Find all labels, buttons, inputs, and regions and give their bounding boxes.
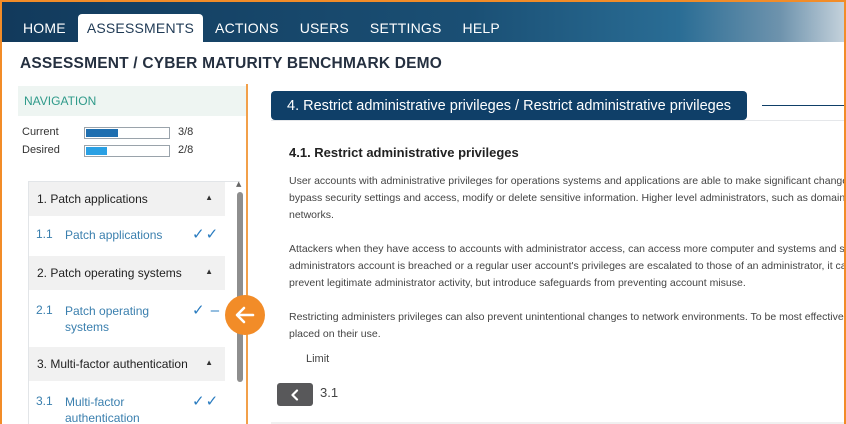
collapse-triangle-icon[interactable]: ▲: [205, 267, 213, 276]
navigation-panel: NAVIGATION Current 3/8 Desired 2/8 1. Pa…: [18, 84, 248, 424]
paragraph-line: prevent legitimate administrator activit…: [289, 277, 746, 289]
progress-fill: [86, 129, 118, 137]
nav-home[interactable]: HOME: [14, 14, 75, 42]
section-header[interactable]: 2. Patch operating systems ▲: [29, 256, 225, 290]
nav-actions[interactable]: ACTIONS: [206, 14, 288, 42]
navigation-header: NAVIGATION: [18, 86, 246, 116]
progress-bar: [84, 145, 170, 157]
paragraph: Attackers when they have access to accou…: [289, 241, 846, 292]
item-label: Multi-factor authentication: [65, 395, 140, 424]
section-title: 1. Patch applications: [37, 192, 148, 206]
list-item[interactable]: 3.1 Multi-factor authentication ✓✓: [29, 393, 225, 424]
section-title: 2. Patch operating systems: [37, 266, 182, 280]
page-title: ASSESSMENT / CYBER MATURITY BENCHMARK DE…: [20, 55, 443, 72]
item-number: 1.1: [36, 227, 53, 241]
progress-label: Current: [22, 126, 59, 138]
app-frame: HOME ASSESSMENTS ACTIONS USERS SETTINGS …: [0, 0, 846, 424]
check-icon: ✓✓: [192, 393, 220, 410]
paragraph-line: Restricting administers privileges can a…: [289, 311, 846, 323]
paragraph-line: User accounts with administrative privil…: [289, 175, 844, 187]
top-navigation: HOME ASSESSMENTS ACTIONS USERS SETTINGS …: [2, 2, 844, 42]
collapse-triangle-icon[interactable]: ▲: [205, 358, 213, 367]
question-title: 4.1. Restrict administrative privileges: [289, 145, 519, 160]
nav-help[interactable]: HELP: [454, 14, 509, 42]
collapse-navigation-button[interactable]: [225, 295, 265, 335]
limit-label: Limit: [306, 353, 330, 365]
paragraph-line: bypass security settings and access, mod…: [289, 192, 846, 204]
progress-value: 3/8: [178, 126, 194, 138]
section-heading: 4. Restrict administrative privileges / …: [271, 91, 748, 120]
paragraph-line: Attackers when they have access to accou…: [289, 243, 845, 255]
divider: [271, 120, 844, 121]
divider: [762, 105, 844, 106]
navigation-list: 1. Patch applications ▲ 1.1 Patch applic…: [28, 181, 240, 424]
section-header[interactable]: 1. Patch applications ▲: [29, 182, 225, 216]
progress-bar: [84, 127, 170, 139]
scroll-up-icon[interactable]: ▲: [236, 180, 241, 188]
progress-label: Desired: [22, 144, 60, 156]
progress-fill: [86, 147, 107, 155]
paragraph: Restricting administers privileges can a…: [289, 309, 846, 343]
nav-settings[interactable]: SETTINGS: [361, 14, 451, 42]
paragraph-line: placed on their use.: [289, 328, 381, 340]
section-header[interactable]: 3. Multi-factor authentication ▲: [29, 347, 225, 381]
paragraph-line: networks.: [289, 209, 334, 221]
item-label: Patch applications: [65, 228, 163, 242]
paragraph: User accounts with administrative privil…: [289, 173, 846, 224]
list-item[interactable]: 2.1 Patch operating systems ✓ –: [29, 302, 225, 343]
collapse-triangle-icon[interactable]: ▲: [205, 193, 213, 202]
progress-value: 2/8: [178, 144, 194, 156]
nav-users[interactable]: USERS: [291, 14, 358, 42]
scroll-thumb[interactable]: [237, 192, 243, 382]
item-number: 2.1: [36, 303, 53, 317]
arrow-left-icon: [235, 306, 255, 324]
check-icon: ✓✓: [192, 226, 220, 243]
list-item[interactable]: 1.1 Patch applications ✓✓: [29, 226, 225, 257]
paragraph-line: administrators account is breached or a …: [289, 260, 846, 272]
back-button[interactable]: [277, 383, 313, 406]
previous-item-label: 3.1: [320, 385, 339, 400]
item-number: 3.1: [36, 394, 53, 408]
nav-assessments[interactable]: ASSESSMENTS: [77, 14, 204, 42]
item-label: Patch operating systems: [65, 304, 150, 334]
chevron-left-icon: [291, 388, 299, 401]
section-title: 3. Multi-factor authentication: [37, 357, 188, 371]
check-icon: ✓ –: [192, 302, 221, 319]
